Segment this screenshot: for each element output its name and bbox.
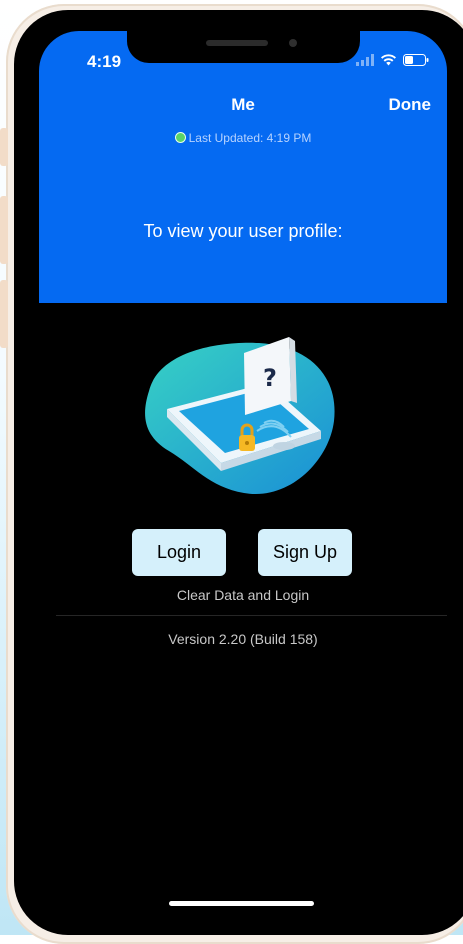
volume-down-button (0, 280, 8, 348)
front-camera (289, 39, 297, 47)
notch (127, 31, 360, 63)
status-icons (356, 53, 429, 71)
volume-up-button (0, 196, 8, 264)
secure-phone-illustration: ? (139, 331, 349, 506)
page-title: Me (231, 95, 255, 114)
done-button[interactable]: Done (389, 95, 432, 115)
wifi-icon (380, 53, 397, 71)
login-button[interactable]: Login (132, 529, 226, 576)
home-indicator[interactable] (169, 901, 314, 906)
cellular-signal-icon (356, 53, 374, 71)
last-updated-status: Last Updated: 4:19 PM (39, 131, 447, 145)
divider (56, 615, 447, 616)
version-label: Version 2.20 (Build 158) (168, 631, 318, 647)
question-mark-glyph: ? (263, 364, 277, 392)
sync-status-dot-icon (174, 132, 186, 143)
status-time: 4:19 (87, 52, 122, 71)
clear-data-login-link[interactable]: Clear Data and Login (39, 587, 447, 603)
speaker-grille (206, 40, 268, 46)
signup-button[interactable]: Sign Up (258, 529, 352, 576)
battery-icon (403, 53, 429, 71)
phone-screen: 4:19 Me Done Last Updated: 4:19 PM To vi… (39, 31, 447, 915)
profile-prompt: To view your user profile: (143, 221, 343, 241)
last-updated-text: Last Updated: 4:19 PM (188, 131, 312, 145)
mute-switch (0, 128, 8, 166)
